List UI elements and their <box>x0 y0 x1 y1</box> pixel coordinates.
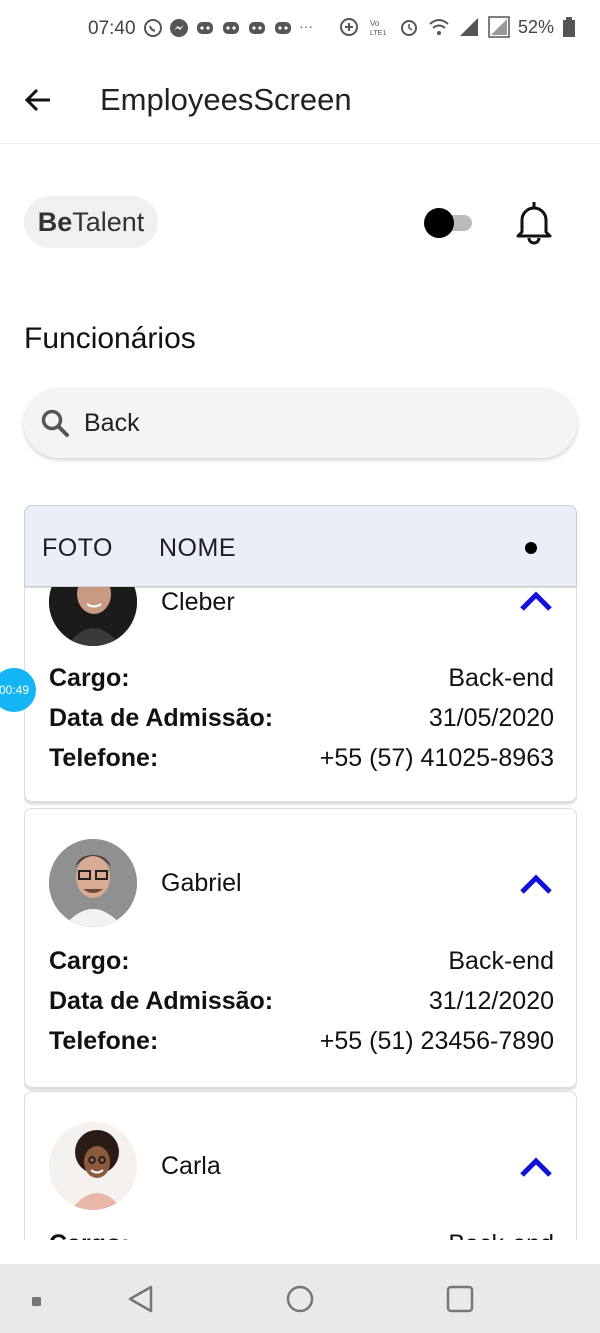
system-icons: Vo LTE1 52% <box>338 16 576 38</box>
column-nome: NOME <box>159 534 236 562</box>
svg-text:LTE1: LTE1 <box>370 30 386 37</box>
value-cargo: Back-end <box>448 664 554 692</box>
label-cargo: Cargo: <box>49 1230 130 1240</box>
value-telefone: +55 (51) 23456-7890 <box>319 1027 554 1055</box>
row-cargo: Cargo: Back-end <box>49 1230 554 1240</box>
search-input[interactable] <box>82 402 552 444</box>
system-nav-bar <box>0 1264 600 1333</box>
app-bar: EmployeesScreen <box>0 60 600 144</box>
value-admissao: 31/12/2020 <box>428 987 554 1015</box>
value-admissao: 31/05/2020 <box>428 704 554 732</box>
employee-name: Cleber <box>161 588 235 616</box>
row-cargo: Cargo: Back-end <box>49 664 554 693</box>
wifi-icon <box>428 16 450 38</box>
volte-icon: Vo LTE1 <box>368 16 390 38</box>
table-header: FOTO NOME <box>24 505 577 587</box>
label-admissao: Data de Admissão: <box>49 987 274 1015</box>
row-admissao: Data de Admissão: 31/05/2020 <box>49 704 554 733</box>
notification-icons: ··· <box>143 18 313 38</box>
theme-toggle[interactable] <box>424 207 474 238</box>
nav-recents-icon[interactable] <box>445 1284 475 1319</box>
value-telefone: +55 (57) 41025-8963 <box>319 744 554 772</box>
row-admissao: Data de Admissão: 31/12/2020 <box>49 987 554 1016</box>
employee-card[interactable]: Cleber Cargo: Back-end Data de Admissão:… <box>24 558 577 802</box>
signal-icon <box>458 16 480 38</box>
section-title: Funcionários <box>24 322 196 355</box>
chevron-up-icon[interactable] <box>519 873 553 895</box>
avatar <box>49 1122 137 1210</box>
discord-icon <box>221 18 241 38</box>
betalent-logo: Be Talent <box>24 196 158 248</box>
alarm-icon <box>398 16 420 38</box>
bell-icon[interactable] <box>510 198 558 246</box>
value-cargo: Back-end <box>448 947 554 975</box>
label-cargo: Cargo: <box>49 947 130 975</box>
employee-card[interactable]: Carla Cargo: Back-end <box>24 1091 577 1240</box>
logo-bold-text: Be <box>37 206 73 237</box>
status-time: 07:40 <box>88 18 136 39</box>
employees-table: FOTO NOME Cleber Cargo: Back-end Data de… <box>24 505 577 1240</box>
search-icon <box>40 408 70 438</box>
app-bar-title: EmployeesScreen <box>100 82 352 117</box>
messenger-icon <box>169 18 189 38</box>
label-telefone: Telefone: <box>49 1027 159 1055</box>
nav-home-icon[interactable] <box>285 1284 315 1319</box>
avatar <box>49 839 137 927</box>
employee-card[interactable]: Gabriel Cargo: Back-end Data de Admissão… <box>24 808 577 1088</box>
battery-icon <box>562 16 576 38</box>
label-telefone: Telefone: <box>49 744 159 772</box>
toggle-thumb <box>424 208 454 238</box>
data-saver-icon <box>338 16 360 38</box>
discord-icon <box>273 18 293 38</box>
employee-name: Carla <box>161 1152 221 1180</box>
employee-name: Gabriel <box>161 869 242 897</box>
value-cargo: Back-end <box>448 1230 554 1240</box>
signal2-icon <box>488 16 510 38</box>
logo-light-text: Talent <box>72 206 145 237</box>
column-foto: FOTO <box>42 534 113 562</box>
row-cargo: Cargo: Back-end <box>49 947 554 976</box>
battery-percent: 52% <box>517 16 554 37</box>
discord-icon <box>247 18 267 38</box>
svg-text:Vo: Vo <box>370 19 380 28</box>
label-admissao: Data de Admissão: <box>49 704 274 732</box>
nav-menu-icon[interactable] <box>32 1294 42 1312</box>
status-bar: 07:40 ··· Vo LTE1 52% <box>0 0 600 60</box>
nav-back-icon[interactable] <box>126 1284 156 1319</box>
row-telefone: Telefone: +55 (51) 23456-7890 <box>49 1027 554 1056</box>
overflow-dots: ··· <box>299 18 313 34</box>
label-cargo: Cargo: <box>49 664 130 692</box>
row-telefone: Telefone: +55 (57) 41025-8963 <box>49 744 554 773</box>
whatsapp-icon <box>143 18 163 38</box>
discord-icon <box>195 18 215 38</box>
search-bar <box>24 388 577 458</box>
back-arrow-icon[interactable] <box>22 84 54 116</box>
chevron-up-icon[interactable] <box>519 590 553 612</box>
chevron-up-icon[interactable] <box>519 1156 553 1178</box>
column-dot-icon <box>525 542 537 554</box>
